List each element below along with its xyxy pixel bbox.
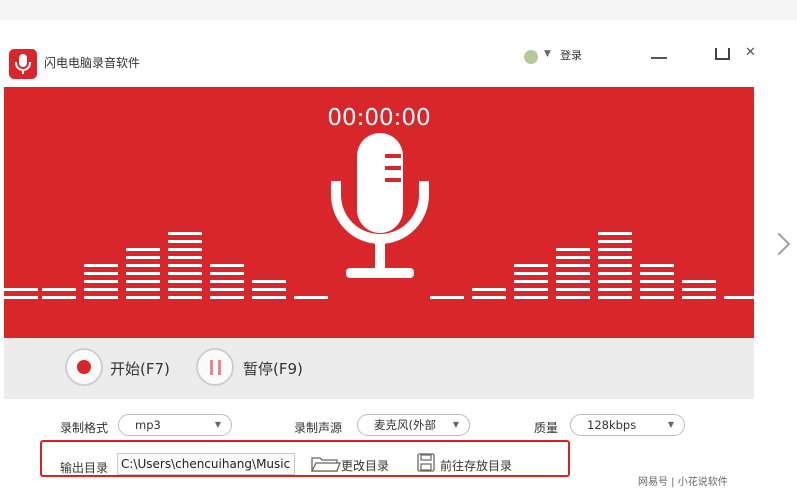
user-menu-caret-icon[interactable]: ▼: [544, 49, 551, 59]
change-directory-button[interactable]: 更改目录: [341, 457, 389, 474]
equalizer-bar: [42, 283, 76, 299]
equalizer-bar: [514, 259, 548, 299]
app-title: 闪电电脑录音软件: [44, 56, 141, 70]
maximize-icon[interactable]: [715, 48, 730, 60]
equalizer-bar: [84, 259, 118, 299]
start-label[interactable]: 开始(F7): [110, 358, 170, 379]
record-dot-icon: [77, 360, 91, 374]
equalizer-bar: [724, 291, 758, 299]
equalizer-bar: [294, 291, 328, 299]
folder-icon[interactable]: [311, 455, 341, 472]
minimize-icon[interactable]: [651, 57, 667, 59]
recording-controls: 开始(F7) 暂停(F9): [4, 338, 754, 399]
title-bar: 闪电电脑录音软件 ▼ 登录 ✕: [4, 44, 756, 84]
watermark: 网易号 | 小花说软件: [638, 477, 728, 488]
equalizer-bar: [556, 243, 590, 299]
source-value: 麦克风(外部: [374, 418, 436, 432]
output-dir-label: 输出目录: [60, 461, 109, 475]
app-logo-icon: [9, 49, 37, 79]
equalizer-bar: [126, 243, 160, 299]
recording-timer: 00:00:00: [327, 105, 431, 131]
format-label: 录制格式: [60, 421, 109, 435]
pause-label[interactable]: 暂停(F9): [243, 358, 303, 379]
source-label: 录制声源: [294, 421, 343, 435]
next-arrow-icon[interactable]: [767, 232, 791, 256]
equalizer-bar: [430, 291, 464, 299]
pause-icon: [210, 360, 213, 375]
close-icon[interactable]: ✕: [745, 45, 756, 60]
equalizer-bar: [4, 283, 38, 299]
source-select[interactable]: 麦克风(外部 ▼: [357, 414, 470, 436]
format-select[interactable]: mp3 ▼: [118, 414, 232, 436]
equalizer-bar: [210, 259, 244, 299]
save-icon[interactable]: [417, 453, 435, 472]
quality-value: 128kbps: [587, 418, 637, 432]
chevron-down-icon: ▼: [214, 420, 221, 429]
quality-select[interactable]: 128kbps ▼: [570, 414, 685, 436]
equalizer-bar: [640, 259, 674, 299]
start-record-button[interactable]: [65, 348, 103, 386]
login-link[interactable]: 登录: [560, 47, 582, 63]
browser-top-strip: [0, 0, 797, 20]
output-path-field[interactable]: C:\Users\chencuihang\Music: [117, 453, 295, 475]
quality-label: 质量: [534, 421, 559, 435]
equalizer-bar: [598, 227, 632, 299]
equalizer-bar: [682, 275, 716, 299]
user-avatar-icon[interactable]: [524, 50, 538, 64]
microphone-icon: [331, 133, 429, 278]
format-value: mp3: [135, 418, 161, 432]
pause-button[interactable]: [196, 348, 234, 386]
recording-visual-panel: 00:00:00: [4, 87, 758, 338]
open-directory-button[interactable]: 前往存放目录: [440, 457, 512, 474]
equalizer-bar: [168, 227, 202, 299]
equalizer-bar: [252, 275, 286, 299]
chevron-down-icon: ▼: [667, 420, 674, 429]
chevron-down-icon: ▼: [452, 420, 459, 429]
equalizer-bar: [472, 283, 506, 299]
